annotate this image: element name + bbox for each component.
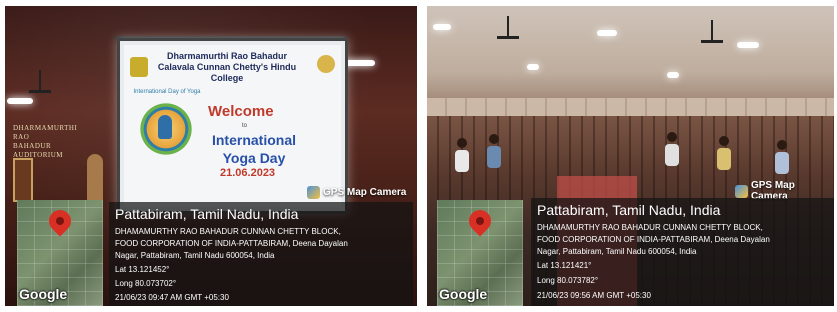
photo-left: DHARMAMURTHI RAO BAHADUR AUDITORIUM Dhar… — [5, 6, 417, 306]
yoga-figure-icon — [158, 115, 172, 139]
ceiling-fan — [29, 70, 51, 93]
address-line: DHAMAMURTHY RAO BAHADUR CUNNAN CHETTY BL… — [115, 227, 341, 236]
wall-frame — [13, 158, 33, 202]
to-text: to — [242, 123, 248, 129]
longitude: Long 80.073782° — [537, 276, 599, 285]
timestamp: 21/06/23 09:47 AM GMT +05:30 — [115, 293, 229, 302]
photo-right: GPS Map Camera Google Pattabiram, Tamil … — [427, 6, 834, 306]
ceiling-fan — [497, 16, 519, 39]
address-line: DHAMAMURTHY RAO BAHADUR CUNNAN CHETTY BL… — [537, 223, 763, 232]
college-logo-icon — [130, 57, 148, 77]
participant — [719, 136, 729, 146]
ceiling-light — [433, 24, 451, 30]
place-name: Pattabiram, Tamil Nadu, India — [115, 206, 299, 222]
latitude: Lat 13.121452° — [115, 265, 170, 274]
welcome-slide: Dharmamurthi Rao Bahadur Calavala Cunnan… — [124, 45, 341, 207]
latitude: Lat 13.121421° — [537, 261, 592, 270]
google-logo: Google — [19, 286, 68, 302]
welcome-text: Welcome — [208, 103, 274, 120]
geotag-panel: Pattabiram, Tamil Nadu, India DHAMAMURTH… — [109, 202, 413, 306]
location-pin-icon — [44, 205, 76, 237]
event-title: International Yoga Day — [211, 132, 296, 166]
gps-camera-icon — [735, 184, 748, 198]
address: DHAMAMURTHY RAO BAHADUR CUNNAN CHETTY BL… — [115, 226, 348, 262]
address-line: FOOD CORPORATION OF INDIA-PATTABIRAM, De… — [115, 239, 348, 248]
gps-badge: GPS Map Camera — [307, 186, 406, 199]
participant — [487, 146, 501, 168]
participant — [455, 150, 469, 172]
yoga-logo-label: International Day of Yoga — [133, 89, 201, 95]
address-line: Nagar, Pattabiram, Tamil Nadu 600054, In… — [537, 247, 697, 256]
wall-sign: DHARMAMURTHI RAO BAHADUR AUDITORIUM — [13, 124, 78, 159]
address-line: Nagar, Pattabiram, Tamil Nadu 600054, In… — [115, 251, 275, 260]
gps-camera-icon — [307, 186, 320, 199]
college-name: Dharmamurthi Rao Bahadur Calavala Cunnan… — [157, 51, 297, 83]
timestamp: 21/06/23 09:56 AM GMT +05:30 — [537, 291, 651, 300]
emblem-icon — [317, 55, 335, 73]
ceiling-light — [527, 64, 539, 70]
participant — [775, 152, 789, 174]
ceiling-light — [737, 42, 759, 48]
participant — [777, 140, 787, 150]
geotag-panel: Pattabiram, Tamil Nadu, India DHAMAMURTH… — [531, 198, 834, 306]
location-pin-icon — [464, 205, 496, 237]
participant — [665, 144, 679, 166]
address-line: FOOD CORPORATION OF INDIA-PATTABIRAM, De… — [537, 235, 770, 244]
place-name: Pattabiram, Tamil Nadu, India — [537, 202, 721, 218]
participant — [457, 138, 467, 148]
ceiling-light — [597, 30, 617, 36]
participant — [489, 134, 499, 144]
participant — [717, 148, 731, 170]
google-logo: Google — [439, 286, 488, 302]
gps-badge-label: GPS Map Camera — [323, 187, 407, 198]
ceiling-light — [7, 98, 33, 104]
address: DHAMAMURTHY RAO BAHADUR CUNNAN CHETTY BL… — [537, 222, 770, 258]
map-thumbnail: Google — [437, 200, 523, 306]
participant — [667, 132, 677, 142]
longitude: Long 80.073702° — [115, 279, 177, 288]
ceiling-fan — [701, 20, 723, 43]
event-date: 21.06.2023 — [220, 167, 276, 179]
map-thumbnail: Google — [17, 200, 103, 306]
ceiling-light — [667, 72, 679, 78]
statue — [87, 154, 103, 204]
